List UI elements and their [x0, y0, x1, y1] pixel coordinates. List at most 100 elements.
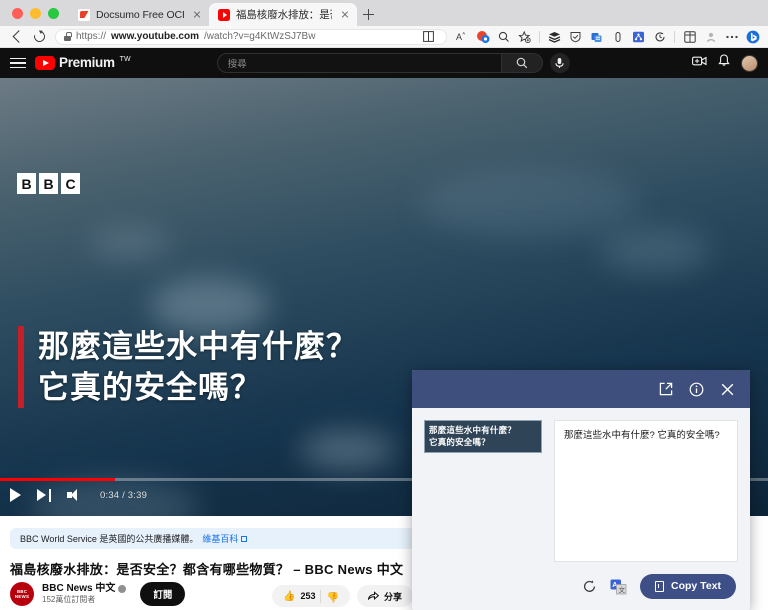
url-host: www.youtube.com [111, 31, 199, 42]
notifications-icon[interactable] [718, 54, 730, 72]
bbc-letter: B [17, 173, 36, 194]
bbc-letter: C [61, 173, 80, 194]
ocr-source-thumbnail: 那麼這些水中有什麼？ 它真的安全嗎？ [424, 420, 542, 562]
youtube-header: Premium TW 搜尋 [0, 48, 768, 78]
ocr-popup-header [412, 370, 750, 408]
thumbs-down-icon[interactable]: 👍 [326, 591, 338, 602]
close-tab-icon[interactable] [190, 8, 203, 21]
thumbnail-caption: 那麼這些水中有什麼？ 它真的安全嗎？ [424, 420, 542, 453]
channel-avatar[interactable]: BBC NEWS [10, 582, 34, 606]
toolbar-divider [539, 30, 540, 43]
address-bar[interactable]: https:// www.youtube.com/watch?v=g4KtWzSJ… [55, 28, 447, 46]
close-window-button[interactable] [12, 8, 23, 19]
url-scheme: https:// [76, 31, 107, 42]
logo-country-code: TW [119, 56, 131, 63]
maximize-window-button[interactable] [48, 8, 59, 19]
subscribe-button[interactable]: 訂閱 [140, 582, 186, 606]
search-input[interactable]: 搜尋 [216, 53, 502, 73]
search-icon [516, 57, 527, 69]
create-video-icon[interactable] [692, 54, 707, 72]
voice-search-button[interactable] [549, 53, 570, 73]
youtube-premium-logo[interactable]: Premium TW [35, 56, 131, 70]
refresh-icon[interactable] [582, 579, 596, 593]
bbc-logo: B B C [17, 173, 80, 194]
caption-line-2: 它真的安全嗎？ [38, 370, 262, 406]
time-display: 0:34 / 3:39 [100, 489, 148, 501]
profile-icon[interactable] [701, 28, 720, 46]
new-tab-button[interactable] [357, 3, 381, 26]
wikipedia-link[interactable]: 維基百科 [202, 532, 238, 545]
external-link-icon [241, 535, 248, 542]
copilot-icon[interactable] [473, 28, 492, 46]
header-actions [692, 54, 758, 72]
split-view-icon[interactable] [680, 28, 699, 46]
favorite-icon[interactable] [515, 28, 534, 46]
logo-text: Premium [59, 55, 115, 70]
microphone-icon [555, 58, 564, 68]
guide-menu-icon[interactable] [10, 57, 26, 69]
channel-meta: BBC News 中文 152萬位訂閱者 [42, 583, 127, 606]
extensions-icon[interactable] [629, 28, 648, 46]
thumbnail-caption-line-1: 那麼這些水中有什麼？ [429, 425, 517, 435]
browser-essentials-icon[interactable] [587, 28, 606, 46]
channel-row: BBC NEWS BBC News 中文 152萬位訂閱者 訂閱 [10, 582, 186, 606]
decor-blob [600, 228, 710, 273]
search-placeholder: 搜尋 [227, 59, 247, 70]
lock-icon [64, 32, 72, 41]
decor-blob [420, 168, 640, 238]
close-icon[interactable] [719, 381, 736, 398]
subscriber-count: 152萬位訂閱者 [42, 595, 96, 605]
youtube-favicon-icon [218, 8, 230, 21]
url-path: /watch?v=g4KtWzSJ7Bw [203, 31, 316, 42]
channel-name[interactable]: BBC News 中文 [42, 583, 115, 596]
minimize-window-button[interactable] [30, 8, 41, 19]
search-area: 搜尋 [216, 53, 570, 73]
more-icon[interactable] [722, 28, 741, 46]
browser-tab-youtube[interactable]: 福島核廢水排放：是否安全？都 [209, 3, 357, 26]
browser-tab-docsumo[interactable]: Docsumo Free OCR Software [69, 3, 209, 26]
wiki-description: BBC World Service 是英國的公共廣播媒體。 [20, 534, 199, 544]
search-button[interactable] [501, 53, 543, 73]
copy-text-label: Copy Text [671, 580, 721, 592]
tab-title: 福島核廢水排放：是否安全？都 [236, 9, 332, 21]
next-video-button[interactable] [37, 488, 51, 502]
video-title: 福島核廢水排放：是否安全？都含有哪些物質？ – BBC News 中文 [10, 562, 404, 577]
shield-icon[interactable] [566, 28, 585, 46]
collections-icon[interactable] [545, 28, 564, 46]
history-icon[interactable] [650, 28, 669, 46]
screenshot-root: Docsumo Free OCR Software 福島核廢水排放：是否安全？都… [0, 0, 768, 610]
ocr-popup-footer: A文 Copy Text [412, 562, 750, 610]
copy-text-button[interactable]: Copy Text [640, 573, 736, 599]
volume-button[interactable] [67, 488, 84, 502]
caption-line-1: 那麼這些水中有什麼？ [38, 329, 358, 364]
ocr-popup-panel[interactable]: 那麼這些水中有什麼？ 它真的安全嗎？ 那麼這些水中有什麼? 它真的安全嗎? A文… [412, 370, 750, 610]
close-tab-icon[interactable] [338, 8, 351, 21]
info-icon[interactable] [688, 381, 705, 398]
read-aloud-icon[interactable]: Aᴬ [452, 28, 471, 46]
zoom-icon[interactable] [494, 28, 513, 46]
bing-icon[interactable] [743, 28, 762, 46]
thumbs-up-icon[interactable]: 👍 [283, 591, 295, 602]
copy-document-icon [655, 580, 665, 592]
back-button[interactable] [6, 28, 28, 46]
share-button[interactable]: 分享 [356, 585, 413, 607]
bbc-letter: B [39, 173, 58, 194]
verified-badge-icon [118, 585, 127, 593]
play-button[interactable] [10, 488, 21, 502]
video-caption-overlay: 那麼這些水中有什麼？ 它真的安全嗎？ [18, 326, 358, 409]
open-external-icon[interactable] [657, 381, 674, 398]
youtube-play-icon [35, 56, 55, 70]
window-traffic-lights [0, 8, 69, 26]
browser-toolbar-icons: Aᴬ [452, 28, 762, 46]
thumbnail-caption-line-2: 它真的安全嗎？ [429, 437, 490, 448]
translate-icon[interactable]: A文 [610, 579, 627, 594]
tab-title: Docsumo Free OCR Software [96, 8, 184, 21]
reload-button[interactable] [28, 28, 50, 46]
account-avatar[interactable] [741, 54, 758, 72]
split-screen-icon[interactable] [419, 28, 438, 46]
ocr-recognized-text[interactable]: 那麼這些水中有什麼? 它真的安全嗎? [554, 420, 738, 562]
decor-blob [90, 228, 170, 258]
svg-text:A: A [456, 32, 462, 42]
downloads-icon[interactable] [608, 28, 627, 46]
like-count: 253 [300, 591, 316, 601]
